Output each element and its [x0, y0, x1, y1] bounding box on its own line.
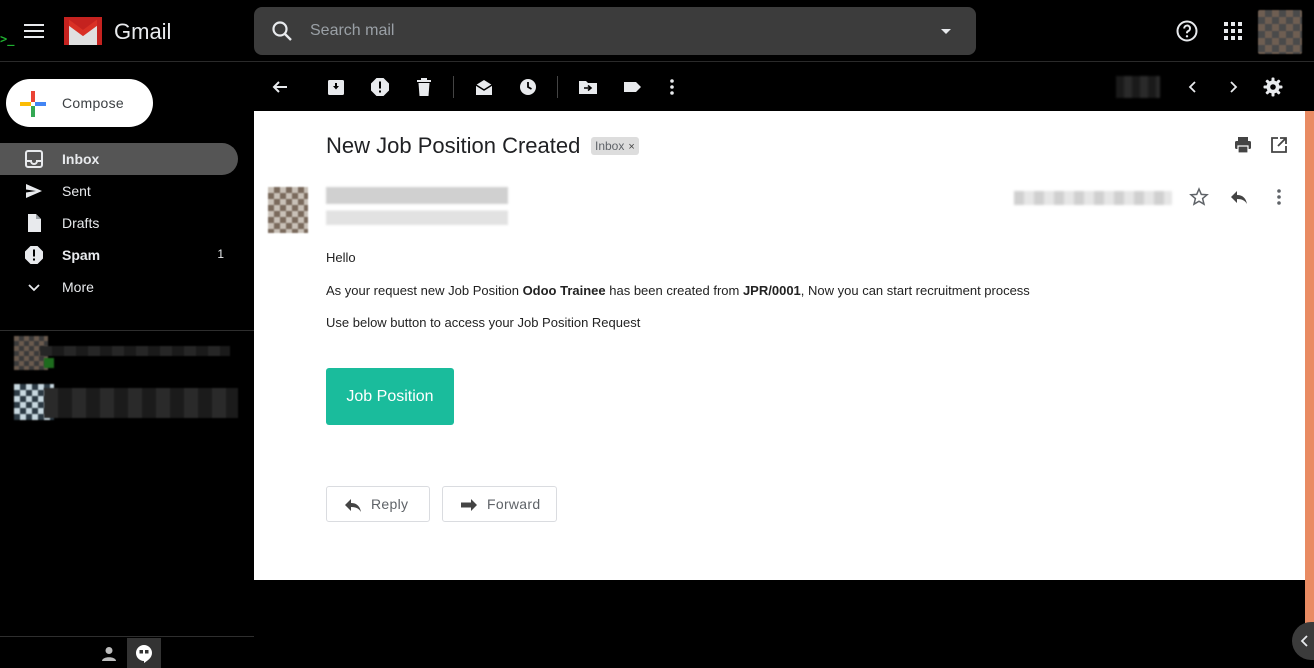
- delete-icon[interactable]: [414, 77, 434, 97]
- toolbar-separator: [557, 76, 558, 98]
- request-reference: JPR/0001: [742, 283, 801, 298]
- terminal-glyph: >_: [0, 32, 15, 46]
- search-bar: [254, 7, 976, 55]
- chevron-right-icon[interactable]: [1223, 77, 1243, 97]
- body-line-1-prefix: As your request new Job Position: [326, 283, 523, 298]
- sidebar-item-spam[interactable]: Spam 1: [0, 239, 238, 271]
- chevron-left-icon[interactable]: [1183, 77, 1203, 97]
- reply-button[interactable]: Reply: [326, 486, 430, 522]
- contact-name-blurred: [44, 388, 238, 418]
- sidebar-item-label: Drafts: [62, 215, 100, 231]
- inbox-icon: [25, 150, 43, 168]
- contacts-tab[interactable]: [92, 638, 126, 668]
- star-icon[interactable]: [1189, 187, 1209, 207]
- forward-label: Forward: [487, 496, 541, 512]
- back-arrow-icon[interactable]: [270, 77, 290, 97]
- settings-gear-icon[interactable]: [1263, 77, 1283, 97]
- message-pane: New Job Position Created Inbox × Hello As…: [254, 111, 1305, 580]
- spam-icon: [25, 246, 43, 264]
- send-icon: [26, 184, 42, 198]
- reply-label: Reply: [371, 496, 409, 512]
- label-chip-text: Inbox: [595, 139, 625, 153]
- compose-label: Compose: [62, 95, 125, 111]
- reply-icon[interactable]: [1229, 187, 1249, 207]
- message-count-blurred: [1116, 76, 1160, 98]
- body-line-1-middle: has been created from: [605, 283, 743, 298]
- apps-grid-icon[interactable]: [1221, 19, 1245, 43]
- forward-button[interactable]: Forward: [442, 486, 557, 522]
- sidebar-divider: [0, 330, 254, 331]
- toolbar-separator: [453, 76, 454, 98]
- inbox-label-chip[interactable]: Inbox ×: [591, 137, 639, 155]
- side-panel-toggle[interactable]: [1292, 622, 1314, 660]
- app-name: Gmail: [114, 19, 172, 44]
- message-date-blurred: [1014, 191, 1172, 205]
- body-line-1-suffix: , Now you can start recruitment process: [800, 283, 1030, 298]
- top-header: >_ Gmail: [0, 0, 1314, 62]
- sender-avatar-blurred[interactable]: [268, 187, 308, 233]
- job-position-name: Odoo Trainee: [522, 283, 606, 298]
- message-subject: New Job Position Created: [326, 133, 581, 158]
- contact-status-blurred: [44, 358, 54, 368]
- plus-icon: [20, 91, 46, 117]
- side-panel-accent: [1305, 111, 1314, 623]
- greeting-text: Hello: [326, 250, 356, 265]
- chevron-down-icon: [28, 284, 40, 292]
- contact-name-blurred: [40, 346, 230, 356]
- sidebar-item-sent[interactable]: Sent: [0, 175, 238, 207]
- main-menu-icon[interactable]: [20, 18, 48, 44]
- move-to-icon[interactable]: [578, 77, 598, 97]
- hangouts-tab[interactable]: [127, 638, 161, 668]
- sidebar-item-label: Sent: [62, 183, 91, 199]
- sidebar-item-label: Spam: [62, 247, 101, 263]
- spam-count-badge: 1: [217, 247, 224, 261]
- draft-icon: [28, 214, 41, 232]
- job-position-button[interactable]: Job Position: [326, 368, 454, 425]
- print-icon[interactable]: [1233, 135, 1253, 155]
- snooze-icon[interactable]: [518, 77, 538, 97]
- hangouts-icon: [136, 645, 152, 663]
- sidebar-item-inbox[interactable]: Inbox: [0, 143, 238, 175]
- sidebar-bottom-divider: [0, 636, 254, 637]
- search-icon[interactable]: [270, 19, 294, 43]
- more-vert-icon[interactable]: [662, 77, 682, 97]
- sidebar-item-drafts[interactable]: Drafts: [0, 207, 238, 239]
- remove-label-icon[interactable]: ×: [628, 141, 634, 153]
- compose-button[interactable]: Compose: [6, 79, 153, 127]
- help-icon[interactable]: [1175, 19, 1199, 43]
- mark-unread-icon[interactable]: [474, 77, 494, 97]
- open-in-new-window-icon[interactable]: [1269, 135, 1289, 155]
- chevron-left-icon: [1300, 635, 1308, 647]
- person-icon: [102, 647, 116, 661]
- search-input[interactable]: [310, 15, 910, 47]
- reply-icon: [345, 499, 361, 512]
- archive-icon[interactable]: [326, 77, 346, 97]
- sender-name-blurred: [326, 187, 508, 225]
- account-avatar[interactable]: [1258, 10, 1302, 54]
- search-options-icon[interactable]: [936, 21, 956, 41]
- sidebar-item-more[interactable]: More: [0, 271, 238, 303]
- body-line-1: As your request new Job Position Odoo Tr…: [326, 283, 1030, 298]
- body-line-2: Use below button to access your Job Posi…: [326, 315, 641, 330]
- forward-icon: [461, 499, 477, 511]
- sidebar-item-label: More: [62, 279, 94, 295]
- gmail-logo-icon[interactable]: [64, 17, 102, 45]
- more-vert-icon[interactable]: [1269, 187, 1289, 207]
- label-icon[interactable]: [622, 77, 642, 97]
- report-spam-icon[interactable]: [370, 77, 390, 97]
- sidebar-item-label: Inbox: [62, 151, 100, 167]
